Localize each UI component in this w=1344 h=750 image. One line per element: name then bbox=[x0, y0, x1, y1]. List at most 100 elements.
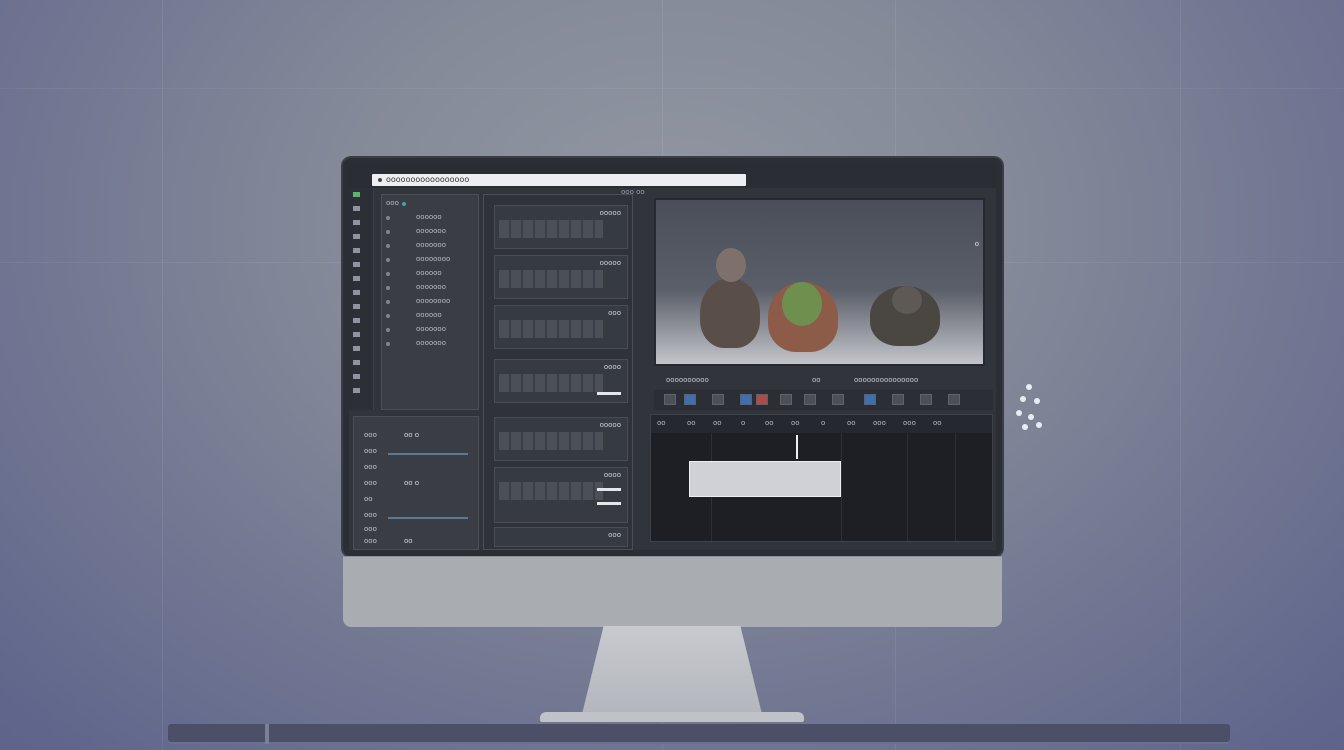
property-value: oo bbox=[404, 537, 413, 545]
timeline-header-item[interactable]: oo bbox=[933, 419, 942, 427]
clip-thumbnail[interactable]: oooo bbox=[494, 467, 628, 523]
property-row[interactable]: ooo oo o bbox=[354, 477, 478, 491]
tool-icon[interactable] bbox=[353, 248, 360, 253]
property-row[interactable]: ooo oo o bbox=[354, 429, 478, 443]
loop-icon[interactable] bbox=[804, 394, 816, 405]
clip-thumbnail[interactable]: ooooo bbox=[494, 205, 628, 249]
list-item-label: ooo bbox=[386, 199, 399, 207]
clip-thumbnail[interactable]: oooo bbox=[494, 359, 628, 403]
property-row[interactable]: ooo bbox=[354, 509, 478, 523]
site-icon bbox=[378, 177, 382, 182]
stop-icon[interactable] bbox=[756, 394, 768, 405]
clip-label: ooooo bbox=[599, 209, 621, 217]
timeline-header-item[interactable]: oo bbox=[657, 419, 666, 427]
clip-filmstrip bbox=[499, 220, 603, 238]
tool-icon[interactable] bbox=[353, 262, 360, 267]
timeline-header-item[interactable]: oo bbox=[765, 419, 774, 427]
list-item-label: oooooooo bbox=[416, 297, 451, 305]
list-item-label: ooooooo bbox=[416, 283, 446, 291]
tool-icon[interactable] bbox=[353, 304, 360, 309]
timeline-header: oo oo oo o oo oo o oo ooo ooo oo bbox=[651, 415, 992, 433]
timeline-header-item[interactable]: o bbox=[821, 419, 825, 427]
tool-icon[interactable] bbox=[353, 388, 360, 393]
list-item[interactable]: ooooooo bbox=[382, 239, 478, 253]
list-item[interactable]: ooooooo bbox=[382, 323, 478, 337]
property-value: oo o bbox=[404, 479, 420, 487]
list-item[interactable]: ooooooo bbox=[382, 225, 478, 239]
list-item[interactable]: ooo bbox=[382, 197, 478, 211]
tool-icon[interactable] bbox=[353, 332, 360, 337]
step-back-icon[interactable] bbox=[712, 394, 724, 405]
list-item[interactable]: oooooo bbox=[382, 309, 478, 323]
playhead[interactable] bbox=[796, 435, 798, 459]
clip-filmstrip bbox=[499, 374, 603, 392]
clip-filmstrip bbox=[499, 432, 603, 450]
tool-icon[interactable] bbox=[353, 346, 360, 351]
snapshot-icon[interactable] bbox=[892, 394, 904, 405]
tool-icon[interactable] bbox=[353, 220, 360, 225]
property-slider[interactable] bbox=[388, 517, 468, 519]
clip-progress bbox=[597, 392, 621, 395]
timeline-header-item[interactable]: oo bbox=[791, 419, 800, 427]
tool-icon[interactable] bbox=[353, 290, 360, 295]
mark-in-icon[interactable] bbox=[832, 394, 844, 405]
bullet-icon bbox=[386, 216, 390, 220]
tool-strip bbox=[349, 188, 374, 410]
step-forward-icon[interactable] bbox=[780, 394, 792, 405]
fullscreen-icon[interactable] bbox=[948, 394, 960, 405]
address-bar[interactable]: ooooooooooooooooo bbox=[372, 174, 746, 186]
timeline-header-item[interactable]: ooo bbox=[873, 419, 886, 427]
property-row[interactable]: ooo bbox=[354, 445, 478, 459]
timeline-panel[interactable]: oo oo oo o oo oo o oo ooo ooo oo bbox=[650, 414, 993, 542]
mark-out-icon[interactable] bbox=[864, 394, 876, 405]
tool-icon[interactable] bbox=[353, 206, 360, 211]
clip-thumbnail[interactable]: ooo bbox=[494, 305, 628, 349]
timeline-header-item[interactable]: oo bbox=[713, 419, 722, 427]
list-item[interactable]: ooooooo bbox=[382, 337, 478, 351]
timeline-header-item[interactable]: o bbox=[741, 419, 745, 427]
person-head bbox=[716, 248, 746, 282]
property-slider[interactable] bbox=[388, 453, 468, 455]
timeline-clip[interactable] bbox=[689, 461, 841, 497]
properties-panel: ooo oo o ooo ooo ooo oo o oo o oo ooo ooo oo bbox=[353, 416, 479, 550]
clip-label: oooo bbox=[603, 471, 621, 479]
person-head bbox=[782, 282, 822, 326]
tool-icon[interactable] bbox=[353, 374, 360, 379]
desk-surface bbox=[168, 724, 1230, 744]
tool-icon[interactable] bbox=[353, 318, 360, 323]
clip-filmstrip bbox=[499, 482, 603, 500]
bullet-icon bbox=[386, 272, 390, 276]
record-icon[interactable] bbox=[740, 394, 752, 405]
tool-icon[interactable] bbox=[353, 276, 360, 281]
timeline-header-item[interactable]: oo bbox=[687, 419, 696, 427]
list-item[interactable]: ooooooo bbox=[382, 281, 478, 295]
bullet-icon bbox=[386, 314, 390, 318]
list-item[interactable]: oooooooo bbox=[382, 253, 478, 267]
select-tool-icon[interactable] bbox=[353, 192, 360, 197]
clip-label: oooo bbox=[603, 363, 621, 371]
list-item[interactable]: oooooo bbox=[382, 211, 478, 225]
property-label: ooo bbox=[364, 511, 377, 519]
clip-progress bbox=[597, 502, 621, 505]
clip-thumbnail[interactable]: ooo bbox=[494, 527, 628, 547]
timeline-header-item[interactable]: oo bbox=[847, 419, 856, 427]
video-preview[interactable]: o bbox=[654, 198, 985, 366]
clip-thumbnail[interactable]: ooooo bbox=[494, 417, 628, 461]
timeline-header-item[interactable]: ooo bbox=[903, 419, 916, 427]
play-icon[interactable] bbox=[684, 394, 696, 405]
property-row[interactable]: oo bbox=[354, 493, 478, 507]
tool-icon[interactable] bbox=[353, 360, 360, 365]
transport-readout: oooooooooo oo ooooooooooooooo bbox=[654, 374, 993, 388]
clip-thumbnail[interactable]: ooooo bbox=[494, 255, 628, 299]
property-row[interactable]: ooo bbox=[354, 461, 478, 475]
tool-icon[interactable] bbox=[353, 234, 360, 239]
audio-icon[interactable] bbox=[920, 394, 932, 405]
list-item-label: ooooooo bbox=[416, 241, 446, 249]
address-text: ooooooooooooooooo bbox=[386, 175, 470, 184]
property-row[interactable]: ooo oo bbox=[354, 535, 478, 549]
list-item[interactable]: oooooooo bbox=[382, 295, 478, 309]
list-item[interactable]: oooooo bbox=[382, 267, 478, 281]
skip-back-icon[interactable] bbox=[664, 394, 676, 405]
timecode-right: ooooooooooooooo bbox=[854, 376, 919, 384]
editor-screen: ooooooooooooooooo ooo oo ooo oooooo oooo… bbox=[349, 166, 996, 550]
